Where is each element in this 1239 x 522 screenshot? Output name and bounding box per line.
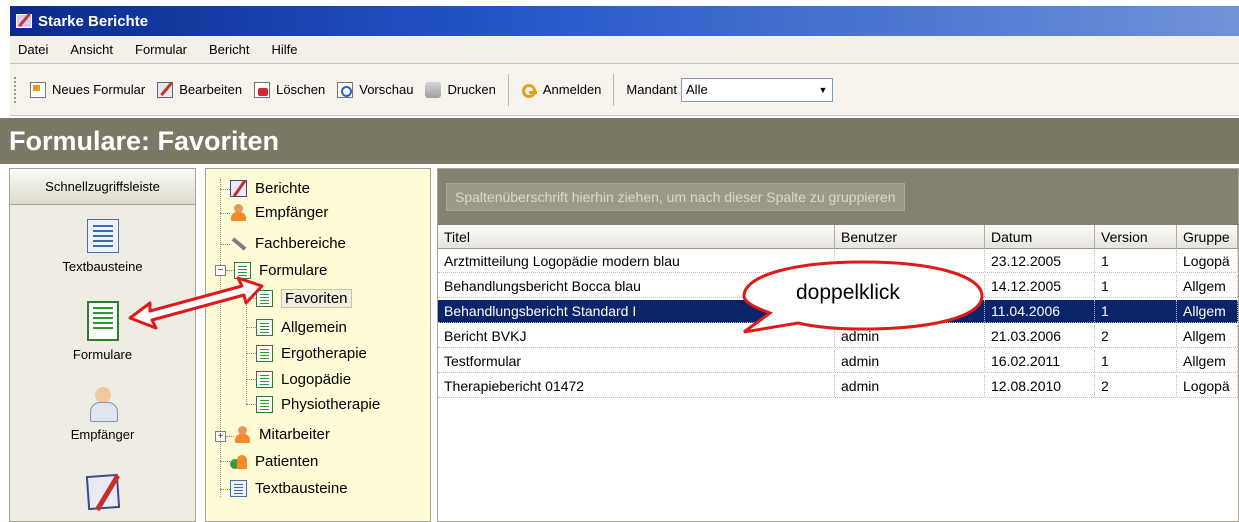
- callout-text: doppelklick: [796, 281, 900, 304]
- annotation-overlay: [128, 260, 984, 334]
- double-arrow-annotation: [128, 276, 264, 330]
